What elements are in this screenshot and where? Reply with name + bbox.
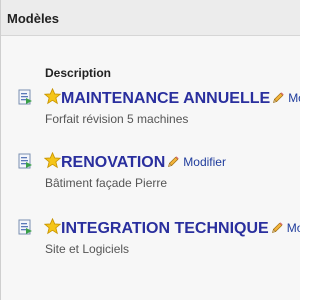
item-title-link[interactable]: RENOVATION xyxy=(61,154,165,171)
item-subtitle: Bâtiment façade Pierre xyxy=(45,176,168,190)
star-icon[interactable] xyxy=(44,218,61,235)
item-title-link[interactable]: INTEGRATION TECHNIQUE xyxy=(61,220,269,237)
panel-header: Modèles xyxy=(1,0,300,36)
modify-link[interactable]: Mo xyxy=(287,221,300,235)
document-icon[interactable] xyxy=(17,153,33,169)
item-subtitle: Site et Logiciels xyxy=(45,242,130,256)
column-header-description[interactable]: Description xyxy=(45,66,111,80)
pencil-icon[interactable] xyxy=(166,155,180,169)
item-title-line: MAINTENANCE ANNUELLE Mod xyxy=(44,88,300,110)
pencil-icon[interactable] xyxy=(270,221,284,235)
panel-title: Modèles xyxy=(7,11,60,26)
list-item: MAINTENANCE ANNUELLE Mod Forfait révisio… xyxy=(1,88,300,128)
modify-link[interactable]: Modifier xyxy=(183,155,226,169)
star-icon[interactable] xyxy=(44,88,61,105)
item-title-link[interactable]: MAINTENANCE ANNUELLE xyxy=(61,90,270,107)
list-item: RENOVATION Modifier Bâtiment façade Pier… xyxy=(1,152,300,192)
document-icon[interactable] xyxy=(17,219,33,235)
item-subtitle: Forfait révision 5 machines xyxy=(45,112,189,126)
modify-link[interactable]: Mod xyxy=(288,91,300,105)
star-icon[interactable] xyxy=(44,152,61,169)
list-item: INTEGRATION TECHNIQUE Mo Site et Logicie… xyxy=(1,218,300,258)
item-title-line: RENOVATION Modifier xyxy=(44,152,226,174)
templates-panel: Modèles Description MAINTENANCE ANNUELLE… xyxy=(0,0,300,300)
item-title-line: INTEGRATION TECHNIQUE Mo xyxy=(44,218,300,240)
pencil-icon[interactable] xyxy=(271,91,285,105)
document-icon[interactable] xyxy=(17,89,33,105)
